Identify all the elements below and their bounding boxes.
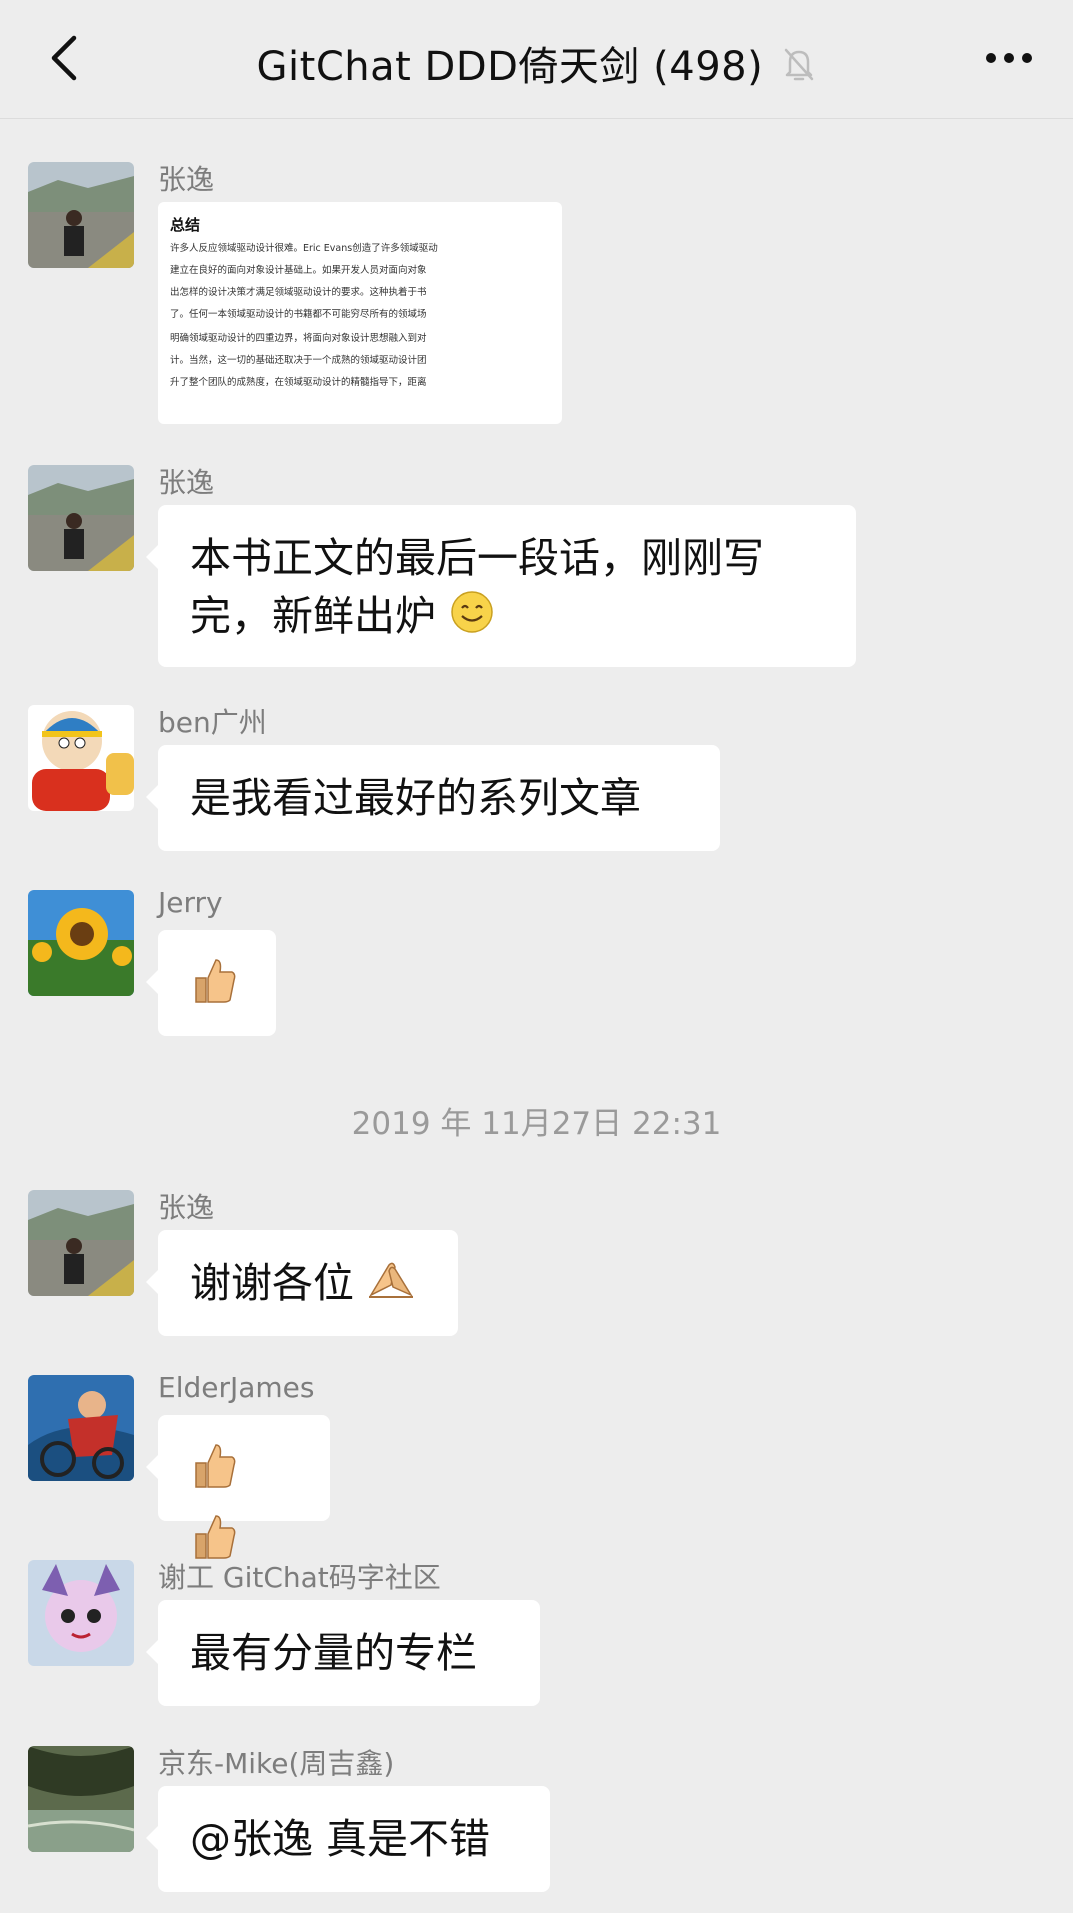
- avatar[interactable]: [28, 465, 134, 571]
- folded-hands-emoji-icon: [367, 1255, 415, 1318]
- chat-header: GitChat DDD倚天剑 (498): [0, 0, 1073, 119]
- avatar[interactable]: [28, 1375, 134, 1481]
- thumbs-up-emoji-icon: [186, 952, 242, 1023]
- message-text: 是我看过最好的系列文章: [190, 774, 641, 822]
- image-text-line: 建立在良好的面向对象设计基础上。如果开发人员对面向对象: [170, 265, 427, 276]
- avatar[interactable]: [28, 1560, 134, 1666]
- message-text: 本书正文的最后一段话，刚刚写: [190, 534, 764, 582]
- message-text: 谢谢各位: [190, 1259, 354, 1307]
- sender-name: Jerry: [158, 886, 223, 919]
- message-bubble[interactable]: 本书正文的最后一段话，刚刚写 完，新鲜出炉: [146, 505, 856, 667]
- image-text-line: 升了整个团队的成熟度，在领域驱动设计的精髓指导下，距离: [170, 377, 427, 388]
- message-text: @张逸 真是不错: [190, 1815, 491, 1863]
- chat-title-row: GitChat DDD倚天剑 (498): [0, 34, 1073, 92]
- message-text: 最有分量的专栏: [190, 1629, 477, 1677]
- bell-muted-icon: [782, 46, 816, 92]
- message-bubble[interactable]: 最有分量的专栏: [146, 1600, 540, 1706]
- smile-emoji-icon: [449, 589, 495, 650]
- image-text-line: 出怎样的设计决策才满足领域驱动设计的要求。这种执着于书: [170, 287, 427, 298]
- image-message[interactable]: 总结 许多人反应领域驱动设计很难。Eric Evans创造了许多领域驱动 建立在…: [158, 202, 562, 424]
- image-text-line: 明确领域驱动设计的四重边界，将面向对象设计思想融入到对: [170, 333, 427, 344]
- ellipsis-icon: [986, 53, 1032, 63]
- image-text-line: 了。任何一本领域驱动设计的书籍都不可能穷尽所有的领域场: [170, 309, 427, 320]
- image-text-line: 许多人反应领域驱动设计很难。Eric Evans创造了许多领域驱动: [170, 243, 438, 254]
- sender-name: 京东-Mike(周吉鑫): [158, 1747, 395, 1780]
- thumbs-up-emoji-icon: [186, 1437, 242, 1508]
- more-button[interactable]: [979, 38, 1039, 78]
- message-text: 完，新鲜出炉: [190, 592, 436, 640]
- chat-title: GitChat DDD倚天剑 (498): [256, 44, 764, 90]
- sender-name: 张逸: [158, 466, 215, 499]
- message-bubble[interactable]: 谢谢各位: [146, 1230, 458, 1336]
- image-heading: 总结: [170, 216, 201, 234]
- message-bubble[interactable]: [146, 1415, 330, 1559]
- sender-name: ben广州: [158, 706, 267, 739]
- message-bubble[interactable]: 是我看过最好的系列文章: [146, 745, 720, 851]
- avatar[interactable]: [28, 1190, 134, 1296]
- timestamp: 2019 年 11月27日 22:31: [351, 1106, 722, 1142]
- avatar[interactable]: [28, 705, 134, 811]
- sender-name: ElderJames: [158, 1371, 315, 1404]
- avatar[interactable]: [28, 162, 134, 268]
- message-bubble[interactable]: @张逸 真是不错: [146, 1786, 550, 1892]
- avatar[interactable]: [28, 1746, 134, 1852]
- message-bubble[interactable]: [146, 930, 276, 1036]
- image-text-line: 计。当然，这一切的基础还取决于一个成熟的领域驱动设计团: [170, 355, 427, 366]
- avatar[interactable]: [28, 890, 134, 996]
- sender-name: 谢工 GitChat码字社区: [158, 1561, 441, 1594]
- sender-name: 张逸: [158, 1191, 215, 1224]
- sender-name: 张逸: [158, 163, 215, 196]
